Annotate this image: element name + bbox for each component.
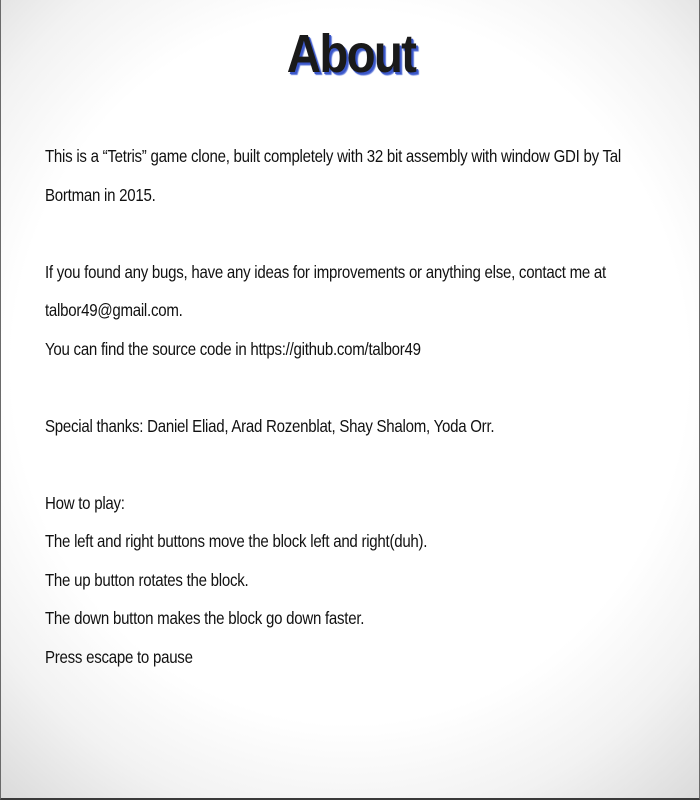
how-to-play-line: Press escape to pause bbox=[45, 646, 193, 667]
special-thanks-text: Special thanks: Daniel Eliad, Arad Rozen… bbox=[45, 415, 495, 436]
about-content: This is a “Tetris” game clone, built com… bbox=[45, 137, 621, 676]
page-title: About bbox=[286, 24, 417, 84]
about-screen: About This is a “Tetris” game clone, bui… bbox=[0, 0, 700, 800]
source-code-text: You can find the source code in https://… bbox=[45, 338, 421, 359]
how-to-play-heading: How to play: bbox=[45, 492, 125, 513]
how-to-play-line: The up button rotates the block. bbox=[45, 569, 249, 590]
intro-text-line-2: Bortman in 2015. bbox=[45, 184, 156, 205]
contact-text-line-1: If you found any bugs, have any ideas fo… bbox=[45, 261, 606, 282]
how-to-play-line: The left and right buttons move the bloc… bbox=[45, 531, 428, 551]
intro-text-line-1: This is a “Tetris” game clone, built com… bbox=[45, 146, 621, 166]
contact-email: talbor49@gmail.com. bbox=[45, 300, 183, 320]
how-to-play-line: The down button makes the block go down … bbox=[45, 608, 365, 628]
